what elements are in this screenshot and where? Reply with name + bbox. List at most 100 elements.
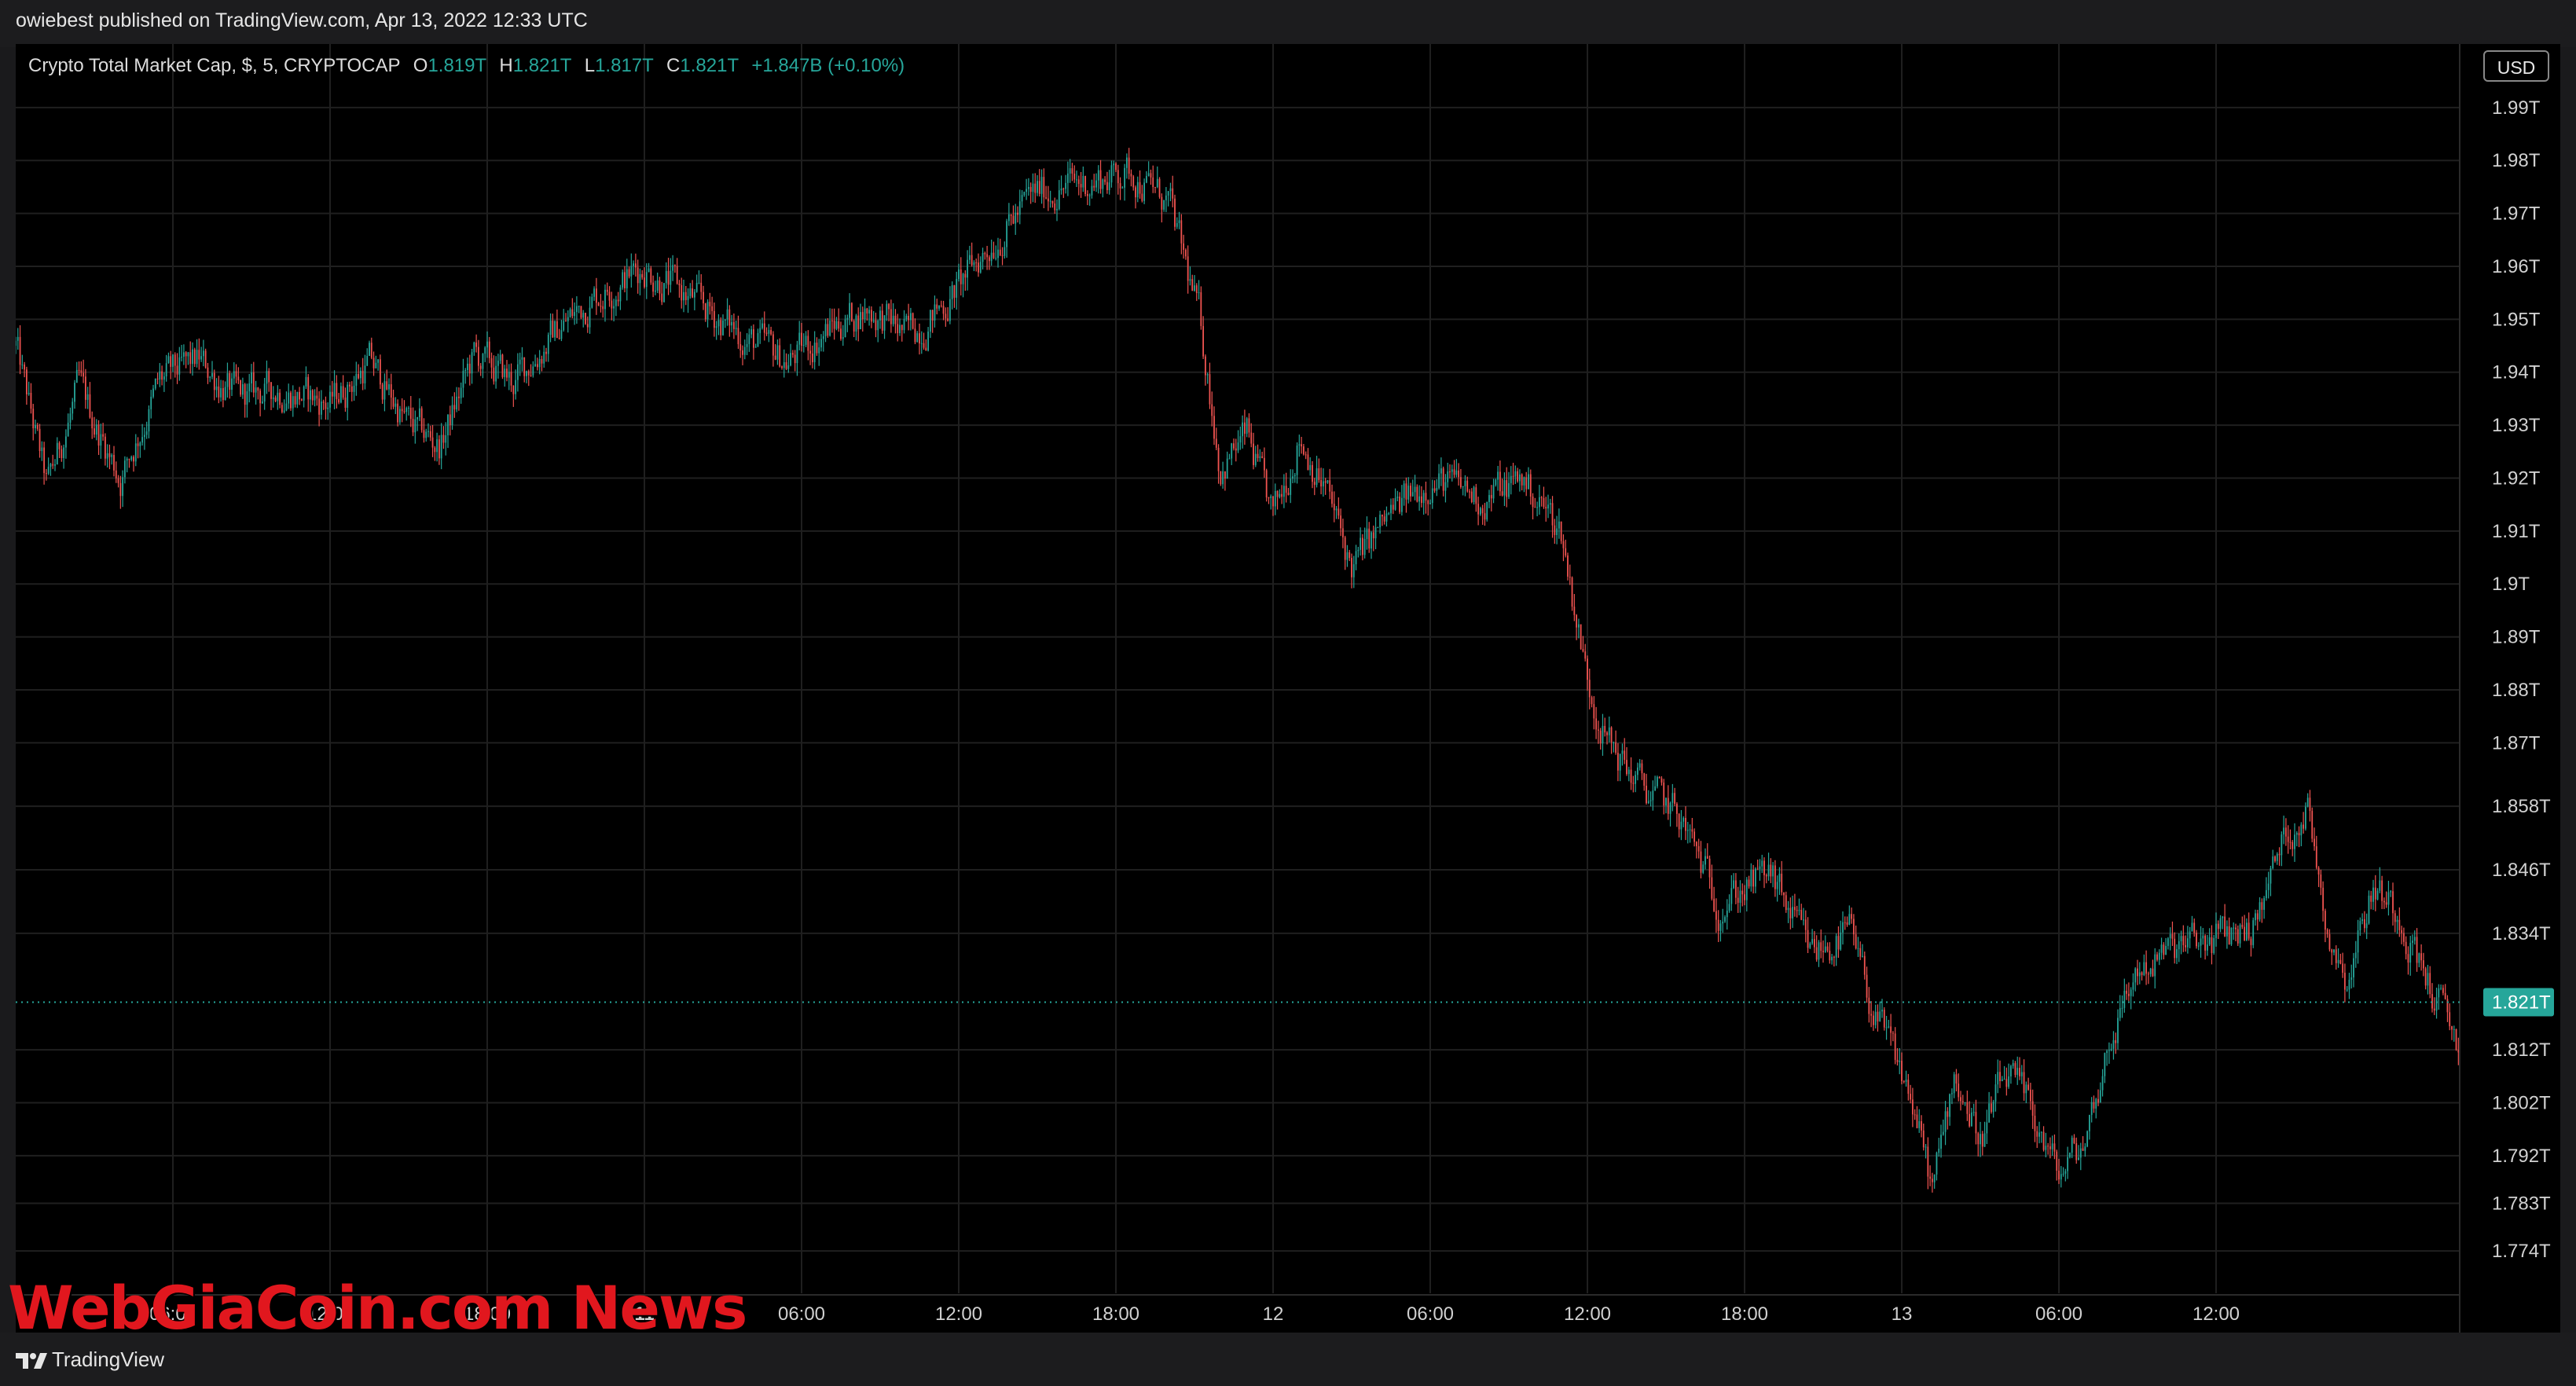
candle-body	[1117, 170, 1119, 184]
candle-body	[2197, 945, 2200, 947]
candle-body	[1754, 868, 1756, 887]
candle-body	[1128, 157, 1130, 174]
candle-body	[1627, 769, 1630, 775]
candle-body	[510, 372, 512, 386]
candle-body	[283, 410, 285, 412]
candle-body	[569, 309, 571, 317]
y-tick-label: 1.93T	[2492, 415, 2541, 436]
candle-body	[1335, 508, 1338, 511]
y-tick-label: 1.89T	[2492, 627, 2541, 648]
candle-body	[397, 403, 399, 423]
candle-body	[2086, 1131, 2089, 1147]
candle-body	[1870, 1014, 1873, 1016]
currency-button[interactable]: USD	[2483, 50, 2549, 82]
candle-body	[2276, 853, 2278, 861]
candle-body	[78, 369, 80, 371]
candle-body	[683, 292, 684, 301]
candle-body	[849, 302, 851, 318]
candle-body	[1674, 793, 1676, 805]
candle-body	[2145, 962, 2148, 974]
candle-body	[1490, 495, 1492, 499]
candle-body	[1184, 249, 1187, 257]
x-tick-label: 12:00	[2193, 1304, 2240, 1325]
candle-body	[499, 354, 501, 361]
candle-body	[1587, 658, 1588, 680]
candle-body	[1320, 480, 1323, 487]
candle-body	[1986, 1122, 1988, 1134]
candle-body	[1793, 907, 1796, 911]
candle-body	[1017, 212, 1018, 215]
candle-body	[1054, 203, 1056, 211]
candle-body	[423, 430, 425, 438]
candle-body	[1803, 919, 1804, 921]
candle-body	[1846, 922, 1848, 925]
candle-body	[575, 306, 578, 313]
candle-body	[1636, 767, 1638, 776]
candle-body	[1390, 504, 1392, 514]
candle-body	[1032, 183, 1034, 192]
candle-body	[2368, 895, 2370, 924]
candle-body	[1065, 182, 1067, 189]
candle-body	[523, 357, 526, 376]
candle-body	[1352, 564, 1355, 578]
candle-body	[2115, 1040, 2117, 1043]
candle-body	[1921, 1120, 1922, 1131]
candle-body	[327, 407, 329, 409]
candle-body	[967, 259, 969, 278]
candle-body	[798, 332, 801, 345]
candle-body	[1349, 552, 1351, 559]
candle-body	[2294, 834, 2295, 849]
candle-body	[713, 310, 715, 328]
tradingview-logo-text[interactable]: TradingView	[52, 1348, 164, 1372]
candle-body	[1237, 442, 1239, 451]
candle-body	[193, 349, 196, 365]
candle-body	[187, 352, 189, 357]
tradingview-logo-icon[interactable]	[14, 1351, 49, 1370]
price-chart[interactable]: 1.99T 1.98T 1.97T 1.96T 1.95T 1.94T 1.93T 1.92T…	[16, 44, 2560, 1333]
candle-body	[1113, 163, 1115, 166]
candle-body	[1274, 490, 1276, 507]
candle-body	[1327, 480, 1329, 483]
candle-body	[2306, 798, 2309, 807]
candle-body	[420, 408, 423, 431]
candle-body	[1922, 1130, 1925, 1148]
candle-body	[2075, 1143, 2078, 1160]
candle-body	[72, 402, 74, 414]
candle-body	[240, 380, 242, 395]
candle-body	[1595, 718, 1598, 730]
candle-body	[648, 268, 650, 273]
candle-body	[2379, 880, 2381, 891]
candle-body	[64, 436, 67, 448]
candle-body	[1108, 182, 1110, 190]
candle-body	[372, 358, 375, 368]
candle-body	[1097, 170, 1099, 181]
candle-body	[1261, 456, 1264, 458]
candle-body	[2025, 1084, 2027, 1094]
candle-body	[1427, 500, 1429, 504]
candle-body	[1239, 436, 1242, 443]
candle-body	[626, 269, 628, 288]
candle-body	[1459, 477, 1462, 487]
candle-body	[1344, 537, 1346, 560]
candle-body	[2005, 1079, 2008, 1087]
candle-body	[1918, 1120, 1921, 1128]
candle-body	[2180, 936, 2182, 942]
candle-body	[506, 368, 508, 378]
candle-body	[486, 341, 488, 348]
candle-body	[604, 289, 606, 310]
candle-body	[1685, 818, 1686, 831]
candle-body	[196, 350, 198, 365]
candle-body	[379, 359, 381, 385]
candle-body	[2049, 1146, 2051, 1150]
candle-body	[532, 366, 534, 376]
candle-body	[28, 392, 30, 394]
candle-body	[1528, 474, 1529, 490]
chart-panel[interactable]: 1.99T 1.98T 1.97T 1.96T 1.95T 1.94T 1.93T 1.92T…	[16, 44, 2560, 1333]
grid-lines	[16, 44, 2460, 1293]
candle-body	[1228, 458, 1231, 460]
candle-body	[829, 320, 831, 336]
candle-body	[493, 367, 495, 382]
candle-body	[2001, 1079, 2003, 1082]
candle-body	[2084, 1146, 2086, 1151]
candle-body	[2281, 834, 2283, 856]
